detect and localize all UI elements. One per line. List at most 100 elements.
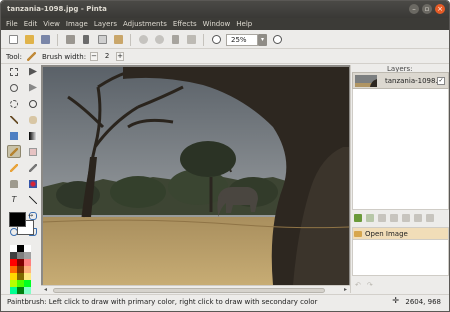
menu-adjustments[interactable]: Adjustments [123,20,167,28]
undo-button[interactable] [137,34,149,46]
move-layer-up-icon[interactable] [402,214,410,222]
history-redo-icon[interactable]: ↷ [367,281,373,289]
zoom-input[interactable]: 25% [226,33,258,46]
canvas-image[interactable] [43,67,349,285]
zoom-dropdown-icon[interactable]: ▾ [258,33,267,46]
menu-bar: File Edit View Image Layers Adjustments … [1,18,449,30]
paste-button[interactable] [112,34,124,46]
palette-swatch[interactable] [17,259,24,266]
tool-options-bar: Tool: Brush width: − 2 + [1,50,449,64]
primary-color-swatch[interactable] [9,212,26,227]
maximize-button[interactable]: ▫ [422,4,432,14]
new-image-button[interactable] [7,34,19,46]
menu-help[interactable]: Help [236,20,252,28]
color-picker-icon[interactable] [26,161,40,174]
palette-swatch[interactable] [17,273,24,280]
magic-wand-icon[interactable] [7,113,21,126]
folder-icon [354,231,362,237]
scroll-right-icon[interactable]: ▸ [344,286,347,293]
palette-swatch[interactable] [24,259,31,266]
palette-swatch[interactable] [24,287,31,294]
menu-image[interactable]: Image [66,20,88,28]
copy-button[interactable] [96,34,108,46]
move-selected-icon[interactable] [26,65,40,78]
history-item[interactable]: Open Image [353,228,448,239]
zoom-in-icon[interactable] [271,34,283,46]
palette-swatch[interactable] [24,273,31,280]
palette-swatch[interactable] [10,259,17,266]
palette-swatch[interactable] [24,266,31,273]
palette-swatch[interactable] [10,245,17,252]
palette-swatch[interactable] [10,252,17,259]
horizontal-scrollbar[interactable]: ◂ ▸ [41,285,350,294]
paintbrush-tool-icon[interactable] [7,145,21,158]
palette-swatch[interactable] [17,266,24,273]
line-tool-icon[interactable] [26,193,40,206]
menu-window[interactable]: Window [203,20,231,28]
swap-colors-icon[interactable]: ↔ [28,212,33,219]
palette-swatch[interactable] [17,245,24,252]
zoom-tool-icon[interactable] [26,97,40,110]
close-button[interactable]: × [435,4,445,14]
add-layer-icon[interactable] [354,214,362,222]
history-undo-icon[interactable]: ↶ [355,281,361,289]
palette-swatch[interactable] [24,252,31,259]
brush-width-decrease-button[interactable]: − [90,52,99,61]
deselect-button[interactable] [185,34,197,46]
gradient-icon[interactable] [26,129,40,142]
move-layer-down-icon[interactable] [414,214,422,222]
duplicate-layer-icon[interactable] [366,214,374,222]
paintbrush-icon[interactable] [26,51,38,63]
delete-layer-icon[interactable] [378,214,386,222]
recolor-icon[interactable] [26,177,40,190]
palette-swatch[interactable] [17,280,24,287]
brush-width-increase-button[interactable]: + [116,52,125,61]
palette-swatch[interactable] [10,266,17,273]
menu-layers[interactable]: Layers [94,20,117,28]
layer-buttons [354,214,434,222]
cursor-coordinates: 2604, 968 [405,298,441,306]
scrollbar-thumb[interactable] [53,288,325,293]
move-selection-icon[interactable] [26,81,40,94]
rectangle-select-icon[interactable] [7,65,21,78]
lasso-select-icon[interactable] [7,81,21,94]
color-selector: ↔ [9,212,39,240]
layers-list [352,89,449,210]
brush-width-input[interactable]: 2 [100,52,114,61]
palette-swatch[interactable] [10,273,17,280]
palette-swatch[interactable] [10,280,17,287]
history-item-label: Open Image [365,230,408,238]
zoom-out-icon[interactable] [210,34,222,46]
merge-layer-icon[interactable] [390,214,398,222]
text-tool-icon[interactable]: T [7,193,21,206]
layer-properties-icon[interactable] [426,214,434,222]
layer-row[interactable]: tanzania-1098.j ✓ [352,72,449,89]
print-button[interactable] [64,34,76,46]
open-file-button[interactable] [23,34,35,46]
cut-button[interactable] [80,34,92,46]
menu-file[interactable]: File [6,20,18,28]
redo-button[interactable] [153,34,165,46]
minimize-button[interactable]: – [409,4,419,14]
palette-swatch[interactable] [24,245,31,252]
clone-stamp-icon[interactable] [7,177,21,190]
canvas-area[interactable] [41,65,350,285]
menu-view[interactable]: View [43,20,60,28]
menu-effects[interactable]: Effects [173,20,197,28]
palette-swatch[interactable] [17,252,24,259]
pencil-icon[interactable] [7,161,21,174]
palette-swatch[interactable] [10,287,17,294]
save-file-button[interactable] [39,34,51,46]
layer-visibility-checkbox[interactable]: ✓ [437,77,445,85]
paint-bucket-icon[interactable] [7,129,21,142]
brush-width-label: Brush width: [41,52,87,61]
palette-swatch[interactable] [17,287,24,294]
scroll-left-icon[interactable]: ◂ [44,286,47,293]
menu-edit[interactable]: Edit [24,20,38,28]
eraser-icon[interactable] [26,145,40,158]
crop-button[interactable] [169,34,181,46]
window-title: tanzania-1098.jpg - Pinta [7,5,107,13]
ellipse-select-icon[interactable] [7,97,21,110]
pan-tool-icon[interactable] [26,113,40,126]
palette-swatch[interactable] [24,280,31,287]
